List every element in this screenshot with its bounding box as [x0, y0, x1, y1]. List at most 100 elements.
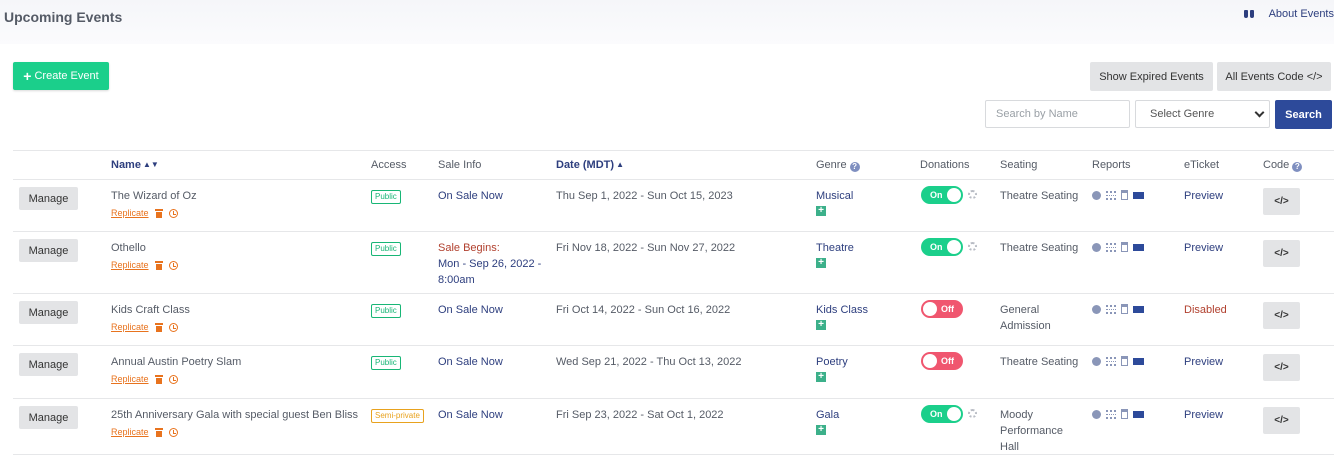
column-header-date[interactable]: Date (MDT) ▲ — [556, 159, 624, 171]
access-badge: Public — [371, 304, 401, 318]
list-icon[interactable] — [1106, 409, 1116, 419]
list-icon[interactable] — [1106, 242, 1116, 252]
donations-toggle[interactable]: Off — [921, 300, 963, 318]
show-expired-events-button[interactable]: Show Expired Events — [1090, 62, 1213, 91]
help-icon[interactable]: ? — [1292, 162, 1303, 172]
column-header-name[interactable]: Name ▲▼ — [111, 159, 159, 171]
ticket-icon[interactable] — [1133, 243, 1144, 251]
clipboard-icon[interactable] — [1121, 356, 1128, 366]
replicate-link[interactable]: Replicate — [111, 427, 149, 437]
donations-toggle[interactable]: On — [921, 186, 963, 204]
info-icon[interactable] — [1092, 356, 1101, 366]
event-name[interactable]: 25th Anniversary Gala with special guest… — [111, 407, 358, 423]
donations-toggle[interactable]: On — [921, 405, 963, 423]
clipboard-icon[interactable] — [1121, 409, 1128, 419]
info-icon[interactable] — [1092, 409, 1101, 419]
embed-code-button[interactable]: </> — [1263, 188, 1300, 215]
plus-icon: + — [23, 68, 32, 84]
trash-icon[interactable] — [154, 322, 163, 332]
about-events-link[interactable]: About Events — [1243, 8, 1334, 20]
event-name[interactable]: Kids Craft Class — [111, 302, 190, 318]
history-icon[interactable] — [168, 427, 178, 437]
gear-icon[interactable] — [968, 409, 977, 418]
event-date: Thu Sep 1, 2022 - Sun Oct 15, 2023 — [556, 190, 733, 202]
trash-icon[interactable] — [154, 208, 163, 218]
gear-icon[interactable] — [968, 190, 977, 199]
event-name[interactable]: Othello — [111, 240, 146, 256]
history-icon[interactable] — [168, 374, 178, 384]
gear-icon[interactable] — [968, 242, 977, 251]
add-genre-icon[interactable]: + — [816, 425, 826, 435]
manage-button[interactable]: Manage — [19, 406, 78, 429]
trash-icon[interactable] — [154, 374, 163, 384]
column-header-eticket: eTicket — [1184, 159, 1220, 171]
manage-button[interactable]: Manage — [19, 187, 78, 210]
add-genre-icon[interactable]: + — [816, 320, 826, 330]
genre-select[interactable]: Select Genre — [1135, 100, 1270, 128]
eticket-link[interactable]: Preview — [1184, 188, 1223, 204]
manage-button[interactable]: Manage — [19, 353, 78, 376]
replicate-link[interactable]: Replicate — [111, 260, 149, 270]
eticket-link[interactable]: Preview — [1184, 354, 1223, 370]
genre-label: Gala — [816, 409, 840, 421]
all-events-code-button[interactable]: All Events Code </> — [1217, 62, 1331, 91]
ticket-icon[interactable] — [1133, 305, 1144, 313]
search-button[interactable]: Search — [1275, 100, 1332, 129]
embed-code-button[interactable]: </> — [1263, 407, 1300, 434]
trash-icon[interactable] — [154, 427, 163, 437]
search-by-name-input[interactable] — [985, 100, 1130, 128]
genre-label: Theatre — [816, 242, 854, 254]
add-genre-icon[interactable]: + — [816, 258, 826, 268]
sale-status: On Sale Now — [438, 356, 503, 368]
info-icon[interactable] — [1092, 190, 1101, 200]
event-date: Wed Sep 21, 2022 - Thu Oct 13, 2022 — [556, 356, 742, 368]
sale-status: On Sale Now — [438, 304, 503, 316]
sale-info-cell: Sale Begins: Mon - Sep 26, 2022 - 8:00am — [438, 240, 548, 288]
history-icon[interactable] — [168, 208, 178, 218]
ticket-icon[interactable] — [1133, 410, 1144, 418]
list-icon[interactable] — [1106, 356, 1116, 366]
reports-icons — [1092, 409, 1144, 419]
help-icon[interactable]: ? — [849, 162, 860, 172]
history-icon[interactable] — [168, 260, 178, 270]
event-date: Fri Oct 14, 2022 - Sun Oct 16, 2022 — [556, 304, 731, 316]
row-actions: Replicate — [111, 260, 178, 270]
ticket-icon[interactable] — [1133, 191, 1144, 199]
embed-code-button[interactable]: </> — [1263, 240, 1300, 267]
info-icon[interactable] — [1092, 304, 1101, 314]
create-event-button[interactable]: + Create Event — [13, 62, 109, 90]
replicate-link[interactable]: Replicate — [111, 322, 149, 332]
eticket-link[interactable]: Preview — [1184, 240, 1223, 256]
event-name[interactable]: Annual Austin Poetry Slam — [111, 354, 241, 370]
sale-info-cell: On Sale Now — [438, 302, 548, 318]
access-badge: Public — [371, 356, 401, 370]
sale-info-cell: On Sale Now — [438, 188, 548, 204]
ticket-icon[interactable] — [1133, 357, 1144, 365]
list-icon[interactable] — [1106, 190, 1116, 200]
info-icon[interactable] — [1092, 242, 1101, 252]
add-genre-icon[interactable]: + — [816, 372, 826, 382]
genre-label: Poetry — [816, 356, 848, 368]
genre-select-value: Select Genre — [1150, 108, 1215, 120]
history-icon[interactable] — [168, 322, 178, 332]
replicate-link[interactable]: Replicate — [111, 208, 149, 218]
donations-toggle[interactable]: Off — [921, 352, 963, 370]
list-icon[interactable] — [1106, 304, 1116, 314]
donations-toggle[interactable]: On — [921, 238, 963, 256]
manage-button[interactable]: Manage — [19, 301, 78, 324]
clipboard-icon[interactable] — [1121, 190, 1128, 200]
row-actions: Replicate — [111, 208, 178, 218]
reports-icons — [1092, 190, 1144, 200]
column-header-code: Code? — [1263, 159, 1303, 172]
embed-code-button[interactable]: </> — [1263, 302, 1300, 329]
event-name[interactable]: The Wizard of Oz — [111, 188, 197, 204]
embed-code-button[interactable]: </> — [1263, 354, 1300, 381]
eticket-link[interactable]: Preview — [1184, 407, 1223, 423]
add-genre-icon[interactable]: + — [816, 206, 826, 216]
manage-button[interactable]: Manage — [19, 239, 78, 262]
replicate-link[interactable]: Replicate — [111, 374, 149, 384]
clipboard-icon[interactable] — [1121, 242, 1128, 252]
clipboard-icon[interactable] — [1121, 304, 1128, 314]
trash-icon[interactable] — [154, 260, 163, 270]
eticket-link[interactable]: Disabled — [1184, 302, 1227, 318]
